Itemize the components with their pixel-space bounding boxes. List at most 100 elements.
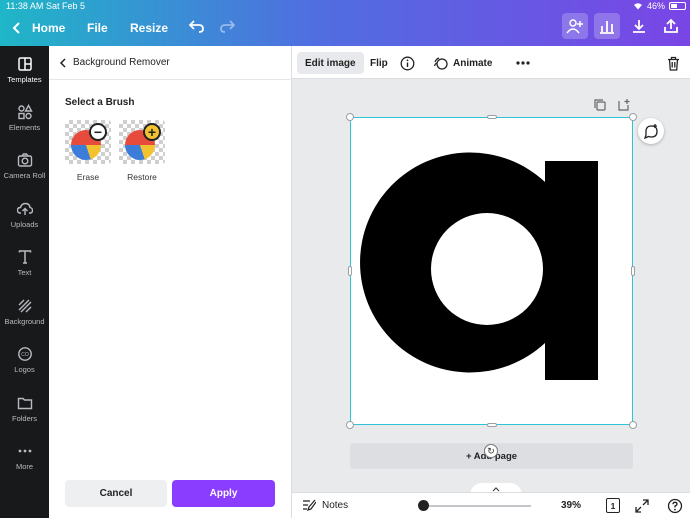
rail-label: Templates xyxy=(7,75,42,84)
edit-image-button[interactable]: Edit image xyxy=(297,52,364,74)
people-icon xyxy=(566,19,583,34)
rail-item-templates[interactable]: Templates xyxy=(0,48,49,92)
rail-item-elements[interactable]: Elements xyxy=(0,96,49,140)
design-page[interactable] xyxy=(346,113,637,429)
letter-a-graphic xyxy=(360,152,598,380)
redo-icon xyxy=(220,20,235,33)
flip-label: Flip xyxy=(370,57,388,69)
rail-item-logos[interactable]: CO Logos xyxy=(0,338,49,382)
chevron-left-icon[interactable] xyxy=(59,57,67,68)
rail-label: Logos xyxy=(14,365,35,374)
page-count-button[interactable]: 1 xyxy=(606,498,620,513)
folder-icon xyxy=(17,397,32,410)
zoom-slider[interactable] xyxy=(419,505,531,507)
panel-header[interactable]: Background Remover xyxy=(49,46,292,80)
select-brush-heading: Select a Brush xyxy=(65,97,135,108)
rail-item-more[interactable]: More xyxy=(0,435,49,479)
redo-button[interactable] xyxy=(214,13,240,39)
animate-label: Animate xyxy=(453,57,493,69)
delete-button[interactable] xyxy=(667,52,680,74)
download-button[interactable] xyxy=(626,13,652,39)
rail-label: Folders xyxy=(11,414,37,423)
chevron-up-icon xyxy=(492,486,500,491)
resize-handle-top[interactable] xyxy=(487,115,497,119)
chevron-left-icon xyxy=(12,22,20,34)
bottom-bar: Notes 39% 1 xyxy=(292,492,690,518)
fullscreen-icon[interactable] xyxy=(634,498,650,514)
add-page-icon[interactable] xyxy=(617,98,631,112)
more-horizontal-icon xyxy=(516,61,530,65)
rail-item-camera-roll[interactable]: Camera Roll xyxy=(0,144,49,188)
notes-button[interactable]: Notes xyxy=(302,499,348,511)
undo-button[interactable] xyxy=(184,13,210,39)
cancel-button[interactable]: Cancel xyxy=(65,480,167,507)
edit-image-label: Edit image xyxy=(305,57,356,69)
home-label: Home xyxy=(32,21,66,35)
status-date: Sat Feb 5 xyxy=(46,1,86,11)
insights-button[interactable] xyxy=(594,13,620,39)
rail-item-background[interactable]: Background xyxy=(0,290,49,334)
share-icon xyxy=(664,18,678,33)
background-icon xyxy=(18,299,31,313)
camera-icon xyxy=(17,153,32,167)
panel-title: Background Remover xyxy=(73,57,170,68)
more-options-button[interactable] xyxy=(515,52,531,74)
status-right: 46% xyxy=(633,1,686,11)
resize-handle-top-right[interactable] xyxy=(629,113,637,121)
more-icon xyxy=(18,449,31,453)
rail-label: Text xyxy=(17,268,32,277)
resize-handle-bottom[interactable] xyxy=(487,423,497,427)
restore-brush[interactable]: + Restore xyxy=(119,120,165,182)
animate-button[interactable]: Animate xyxy=(433,52,492,74)
rail-label: Elements xyxy=(8,123,41,132)
file-label: File xyxy=(87,21,108,35)
left-rail: Templates Elements Camera Roll Uploads T… xyxy=(0,46,49,518)
collaborate-button[interactable] xyxy=(562,13,588,39)
help-icon[interactable] xyxy=(667,498,683,514)
svg-text:CO: CO xyxy=(21,352,29,358)
share-button[interactable] xyxy=(658,13,684,39)
comment-add-icon xyxy=(643,124,658,139)
erase-brush[interactable]: − Erase xyxy=(65,120,111,182)
status-bar: 11:38 AM Sat Feb 5 46% xyxy=(0,0,690,12)
info-button[interactable] xyxy=(400,52,415,74)
upload-icon xyxy=(16,202,33,215)
bar-chart-icon xyxy=(600,21,614,34)
erase-brush-thumbnail: − xyxy=(65,120,111,164)
trash-icon xyxy=(668,56,679,71)
apply-button[interactable]: Apply xyxy=(172,480,275,507)
resize-handle-bottom-left[interactable] xyxy=(346,421,354,429)
edit-toolbar: Edit image Flip Animate xyxy=(292,46,690,79)
animate-icon xyxy=(433,56,448,70)
resize-menu[interactable]: Resize xyxy=(130,18,168,38)
file-menu[interactable]: File xyxy=(87,18,108,38)
erase-label: Erase xyxy=(76,172,100,182)
home-button[interactable]: Home xyxy=(12,18,65,38)
top-toolbar: 11:38 AM Sat Feb 5 46% Home File Resize xyxy=(0,0,690,46)
rail-label: More xyxy=(15,462,34,471)
resize-handle-left[interactable] xyxy=(348,266,352,276)
restore-brush-thumbnail: + xyxy=(119,120,165,164)
notes-label: Notes xyxy=(322,499,349,511)
resize-handle-bottom-right[interactable] xyxy=(629,421,637,429)
download-icon xyxy=(633,20,645,33)
minus-icon: − xyxy=(89,123,107,141)
status-time: 11:38 AM xyxy=(6,1,44,11)
wifi-icon xyxy=(633,3,642,10)
zoom-level[interactable]: 39% xyxy=(561,500,581,511)
rail-label: Background xyxy=(4,317,45,326)
zoom-slider-knob[interactable] xyxy=(418,500,430,511)
rail-item-uploads[interactable]: Uploads xyxy=(0,193,49,237)
elements-icon xyxy=(17,104,33,120)
flip-button[interactable]: Flip xyxy=(370,52,388,74)
resize-handle-right[interactable] xyxy=(631,266,635,276)
resize-handle-top-left[interactable] xyxy=(346,113,354,121)
rail-item-folders[interactable]: Folders xyxy=(0,387,49,431)
duplicate-page-icon[interactable] xyxy=(593,98,607,112)
plus-icon: + xyxy=(143,123,161,141)
rail-item-text[interactable]: Text xyxy=(0,241,49,285)
battery-icon xyxy=(669,2,686,10)
comment-button[interactable] xyxy=(638,118,664,144)
rotate-handle-icon[interactable]: ↻ xyxy=(484,444,498,458)
rail-label: Uploads xyxy=(10,220,39,229)
